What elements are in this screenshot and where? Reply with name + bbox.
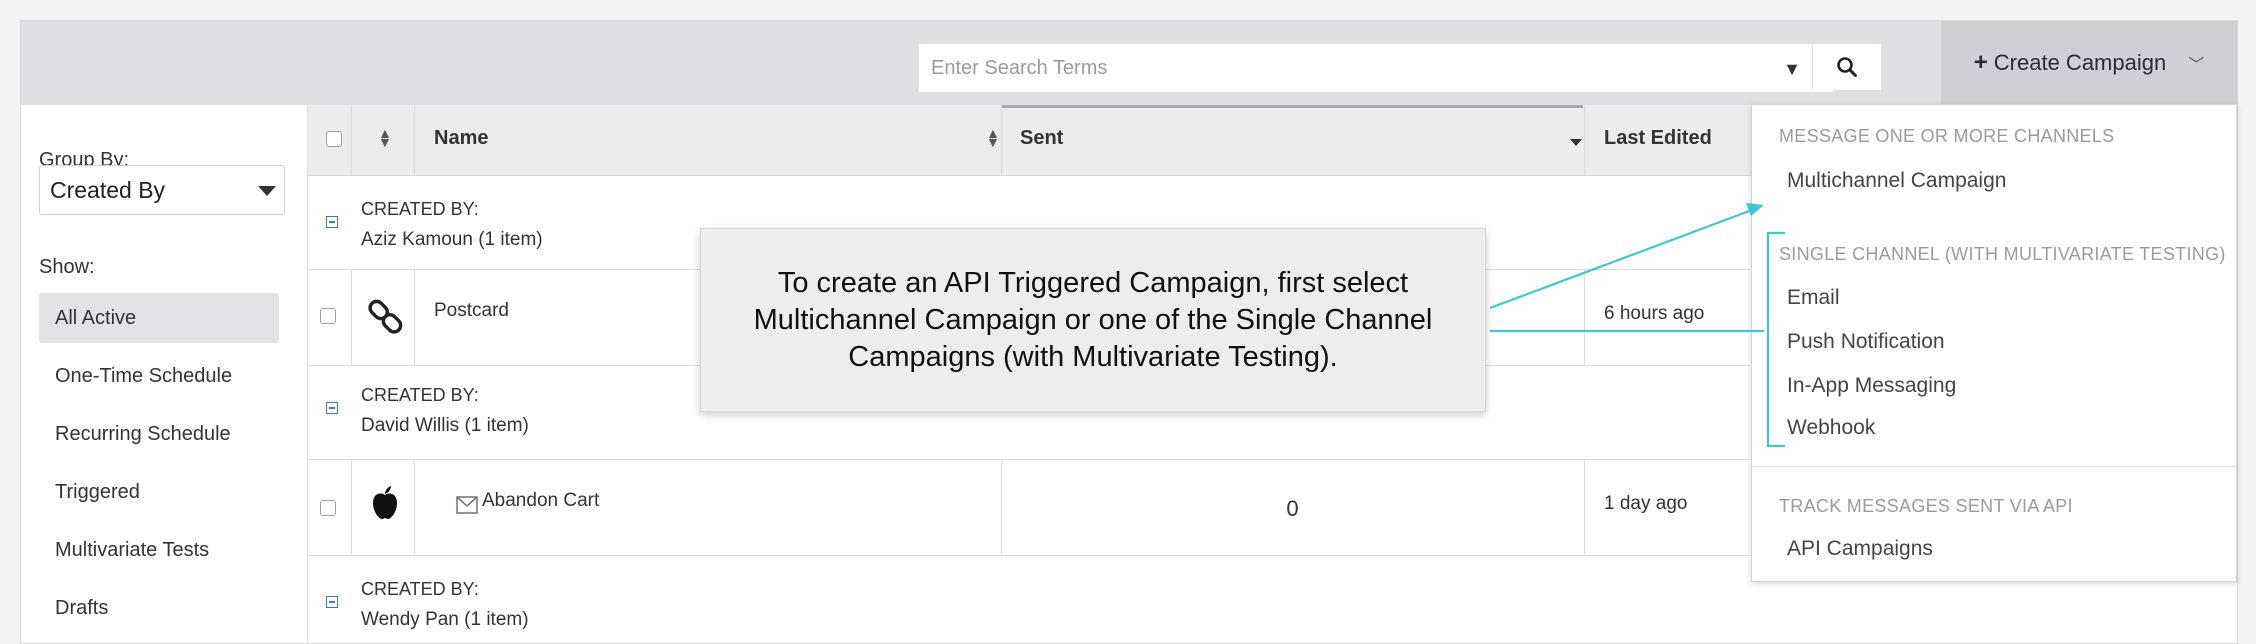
- single-channel-bracket: [1766, 231, 1785, 448]
- arrowhead-icon: [1746, 203, 1764, 216]
- instruction-callout: To create an API Triggered Campaign, fir…: [700, 228, 1486, 412]
- callout-text: To create an API Triggered Campaign, fir…: [753, 266, 1433, 373]
- arrow-line-to-multichannel: [1489, 208, 1753, 310]
